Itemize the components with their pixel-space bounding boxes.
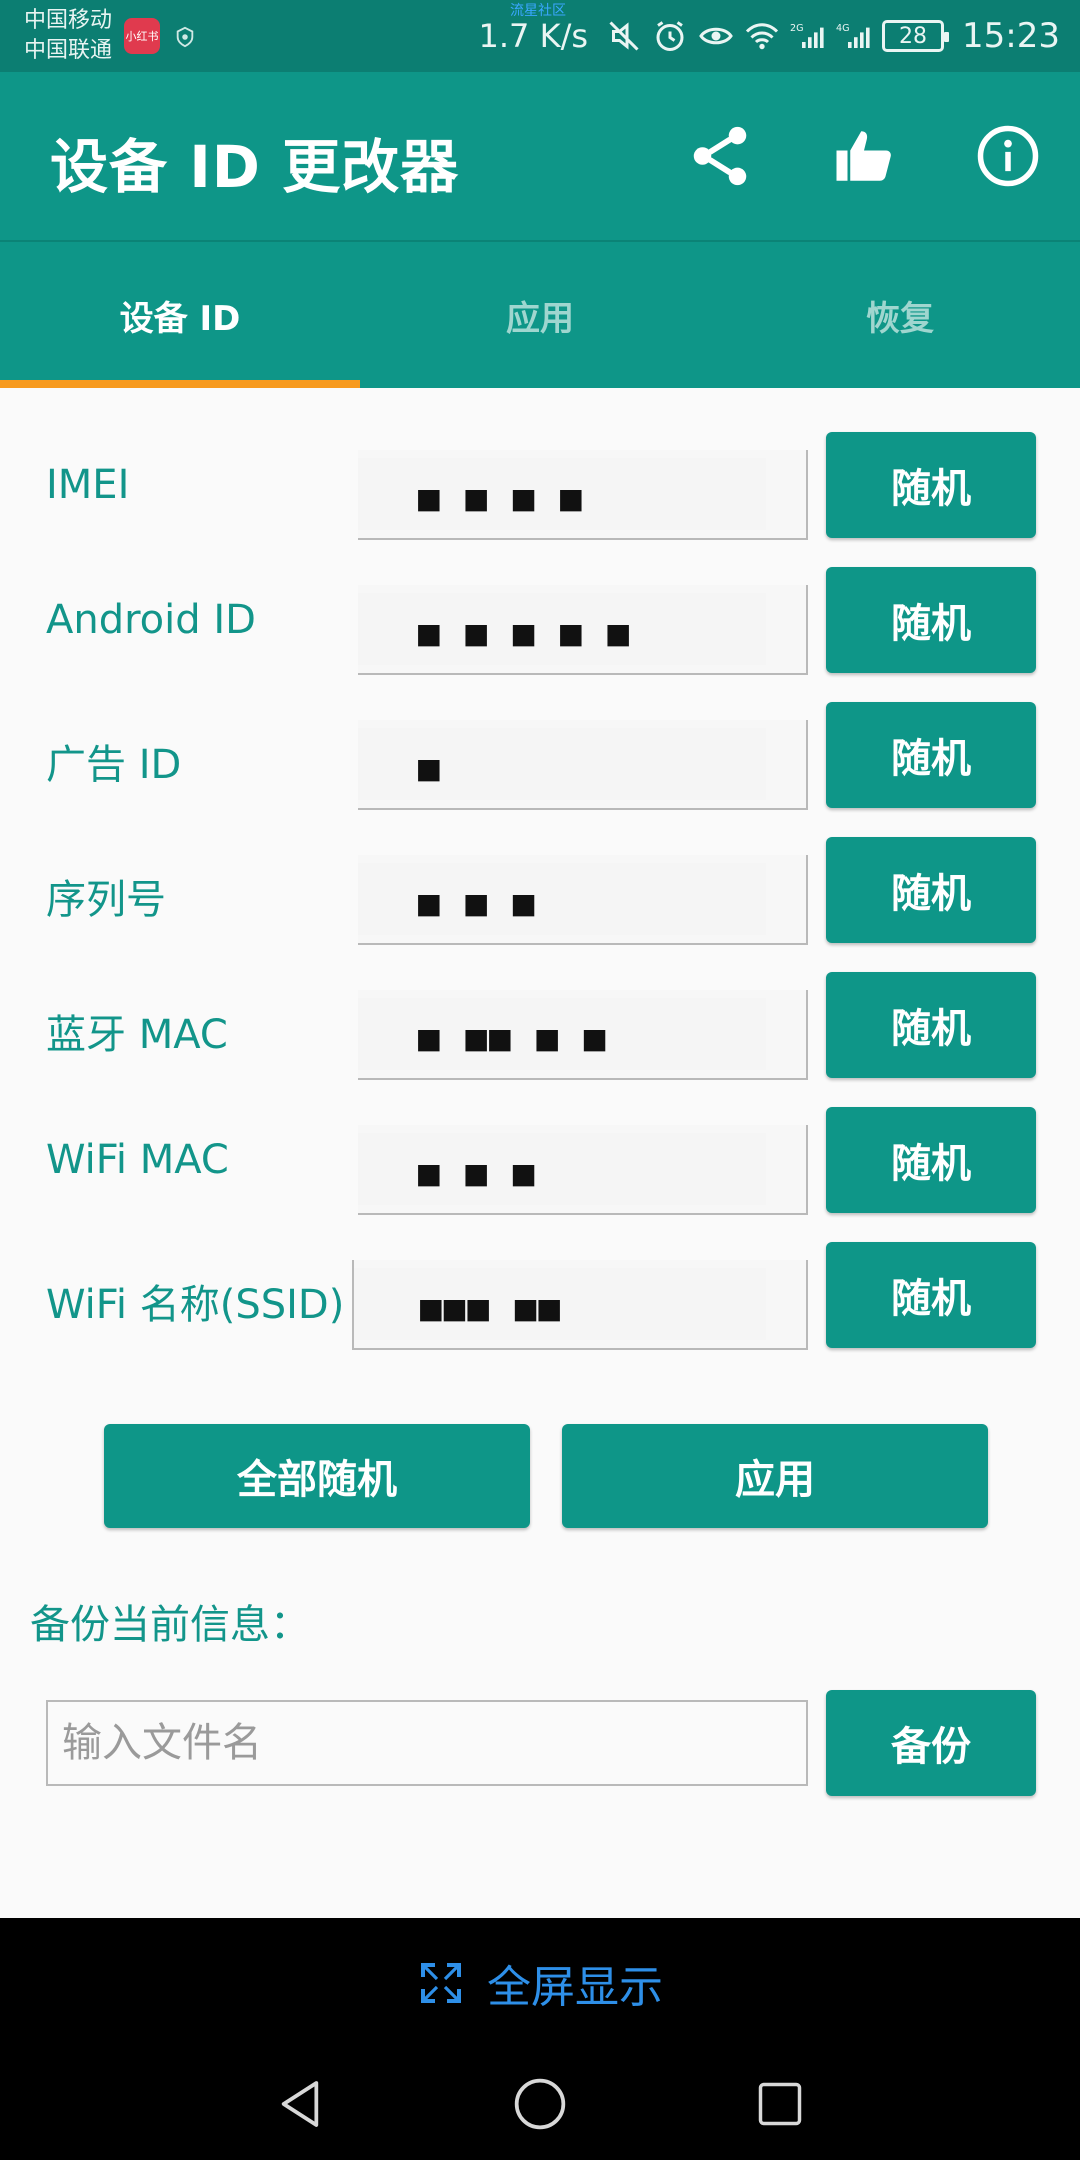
tab-bar: 设备 ID 应用 恢复 <box>0 240 1080 388</box>
imei-field[interactable]: ■ ■ ■ ■ <box>358 450 808 540</box>
tab-apps[interactable]: 应用 <box>360 242 720 388</box>
android-id-value: ■ ■ ■ ■ ■ <box>418 613 632 654</box>
share-icon <box>693 126 747 186</box>
home-icon <box>514 2078 566 2130</box>
backup-filename-input[interactable] <box>46 1700 808 1786</box>
wifi-mac-value: ■ ■ ■ <box>418 1153 537 1194</box>
android-id-label: Android ID <box>46 597 256 643</box>
battery-icon: 28 <box>882 20 950 52</box>
imei-value: ■ ■ ■ ■ <box>418 478 584 519</box>
bluetooth-mac-value: ■ ■■ ■ ■ <box>418 1018 608 1059</box>
recents-icon <box>758 2082 802 2126</box>
network-speed: 1.7 K/s <box>478 17 589 55</box>
android-id-random-button[interactable]: 随机 <box>826 567 1036 673</box>
carrier-info: 中国移动 中国联通 <box>24 6 112 66</box>
row-serial: 序列号 ■ ■ ■ 随机 <box>0 837 1080 957</box>
signal-2g-icon: 2G <box>790 23 824 48</box>
carrier-2: 中国联通 <box>24 38 113 63</box>
app-title: 设备 ID 更改器 <box>50 133 460 201</box>
signal-2g-label: 2G <box>790 23 804 34</box>
signal-4g-icon: 4G <box>836 23 870 48</box>
row-android-id: Android ID ■ ■ ■ ■ ■ 随机 <box>0 567 1080 687</box>
tab-restore[interactable]: 恢复 <box>720 242 1080 388</box>
wifi-mac-label: WiFi MAC <box>46 1137 229 1183</box>
app-bar: 设备 ID 更改器 <box>0 72 1080 240</box>
navigation-bar <box>0 2048 1080 2160</box>
wifi-ssid-value: ■■■ ■■ <box>420 1288 563 1329</box>
ad-id-random-button[interactable]: 随机 <box>826 702 1036 808</box>
wifi-icon <box>745 23 779 50</box>
row-ad-id: 广告 ID ■ 随机 <box>0 702 1080 822</box>
info-icon <box>977 125 1039 187</box>
wifi-mac-random-button[interactable]: 随机 <box>826 1107 1036 1213</box>
mute-icon <box>609 21 639 51</box>
xiaohongshu-icon: 小红书 <box>124 18 160 54</box>
status-icons: 1.7 K/s 2G 4G 28 15:23 <box>479 14 1060 58</box>
wifi-ssid-field[interactable]: ■■■ ■■ <box>352 1260 808 1350</box>
bluetooth-mac-field[interactable]: ■ ■■ ■ ■ <box>358 990 808 1080</box>
bluetooth-mac-random-button[interactable]: 随机 <box>826 972 1036 1078</box>
apply-button[interactable]: 应用 <box>562 1424 988 1528</box>
randomize-all-button[interactable]: 全部随机 <box>104 1424 530 1528</box>
serial-label: 序列号 <box>46 877 166 923</box>
fullscreen-bar[interactable]: 全屏显示 <box>0 1918 1080 2048</box>
serial-field[interactable]: ■ ■ ■ <box>358 855 808 945</box>
nav-back-button[interactable] <box>268 2072 332 2136</box>
nav-home-button[interactable] <box>508 2072 572 2136</box>
shield-icon <box>176 26 194 48</box>
like-button[interactable] <box>826 118 902 194</box>
ad-id-label: 广告 ID <box>46 742 182 788</box>
carrier-1: 中国移动 <box>24 8 113 33</box>
signal-4g-label: 4G <box>836 23 850 34</box>
thumbs-up-icon <box>836 131 891 181</box>
eye-comfort-icon <box>699 27 733 45</box>
status-bar: 中国移动 中国联通 小红书 流星社区 1.7 K/s 2G 4G 28 15:2… <box>0 0 1080 72</box>
wifi-ssid-label: WiFi 名称(SSID) <box>46 1282 345 1328</box>
ad-id-value: ■ <box>418 748 442 789</box>
nav-recents-button[interactable] <box>748 2072 812 2136</box>
backup-button[interactable]: 备份 <box>826 1690 1036 1796</box>
wifi-ssid-random-button[interactable]: 随机 <box>826 1242 1036 1348</box>
android-id-field[interactable]: ■ ■ ■ ■ ■ <box>358 585 808 675</box>
serial-random-button[interactable]: 随机 <box>826 837 1036 943</box>
row-imei: IMEI ■ ■ ■ ■ 随机 <box>0 432 1080 552</box>
serial-value: ■ ■ ■ <box>418 883 537 924</box>
wifi-mac-field[interactable]: ■ ■ ■ <box>358 1125 808 1215</box>
imei-random-button[interactable]: 随机 <box>826 432 1036 538</box>
fullscreen-label: 全屏显示 <box>487 1962 663 2013</box>
tab-device-id[interactable]: 设备 ID <box>0 242 360 388</box>
bluetooth-mac-label: 蓝牙 MAC <box>46 1012 228 1058</box>
fullscreen-icon <box>421 1963 461 2003</box>
info-button[interactable] <box>970 118 1046 194</box>
row-wifi-ssid: WiFi 名称(SSID) ■■■ ■■ 随机 <box>0 1242 1080 1362</box>
ad-id-field[interactable]: ■ <box>358 720 808 810</box>
imei-label: IMEI <box>46 462 130 508</box>
clock: 15:23 <box>962 16 1060 56</box>
row-wifi-mac: WiFi MAC ■ ■ ■ 随机 <box>0 1107 1080 1227</box>
back-icon <box>281 2081 319 2127</box>
row-bluetooth-mac: 蓝牙 MAC ■ ■■ ■ ■ 随机 <box>0 972 1080 1092</box>
alarm-icon <box>656 21 684 51</box>
backup-label: 备份当前信息： <box>30 1602 310 1648</box>
share-button[interactable] <box>682 118 758 194</box>
